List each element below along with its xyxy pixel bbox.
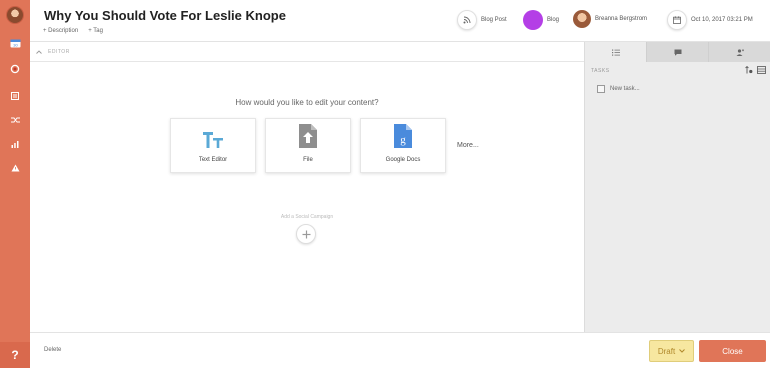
record-icon[interactable] (0, 62, 30, 76)
editor-section-label: EDITOR (48, 48, 70, 55)
tab-tasks[interactable] (585, 42, 646, 62)
blog-channel-icon (523, 10, 543, 30)
google-docs-icon: g (393, 123, 413, 151)
comment-icon (674, 49, 681, 56)
editor-section-bar[interactable]: EDITOR (30, 42, 584, 62)
task-board-icon[interactable] (757, 66, 766, 74)
calendar-icon (667, 10, 687, 30)
text-editor-icon (202, 131, 224, 151)
chevron-down-icon (679, 349, 686, 353)
channel-label: Blog (547, 17, 560, 23)
file-upload-icon (298, 123, 318, 151)
delete-link[interactable]: Delete (44, 347, 61, 353)
new-task-checkbox[interactable] (597, 85, 605, 93)
add-description-link[interactable]: + Description (43, 28, 78, 34)
person-icon (736, 48, 744, 56)
footer: Delete Draft Close (30, 332, 770, 368)
help-button[interactable]: ? (0, 342, 30, 368)
date-chip[interactable]: Oct 10, 2017 03:21 PM (667, 10, 753, 30)
status-label: Draft (657, 346, 676, 356)
panel-tabs (585, 42, 770, 62)
file-label: File (303, 157, 313, 163)
google-docs-label: Google Docs (385, 157, 421, 163)
text-editor-option[interactable]: Text Editor (170, 118, 256, 173)
right-panel: TASKS New task... (584, 42, 770, 332)
owner-avatar (573, 10, 591, 28)
page-title: Why You Should Vote For Leslie Knope (44, 8, 286, 23)
google-docs-option[interactable]: g Google Docs (360, 118, 446, 173)
file-option[interactable]: File (265, 118, 351, 173)
add-social-campaign-button[interactable] (296, 224, 316, 244)
header: Why You Should Vote For Leslie Knope + D… (30, 0, 770, 42)
sort-tasks-icon[interactable] (745, 66, 753, 74)
tab-comments[interactable] (646, 42, 708, 62)
date-label: Oct 10, 2017 03:21 PM (691, 17, 753, 23)
shuffle-icon[interactable] (0, 113, 30, 127)
svg-text:g: g (400, 134, 406, 146)
plus-icon (302, 230, 310, 238)
svg-text:30: 30 (13, 43, 18, 48)
calendar-icon[interactable]: 30 (0, 36, 30, 50)
new-task-row[interactable]: New task... (597, 85, 640, 93)
social-campaign-label: Add a Social Campaign (280, 214, 334, 220)
owner-label: Breanna Bergstrom (595, 16, 648, 22)
rss-icon (457, 10, 477, 30)
more-options-link[interactable]: More... (457, 142, 479, 149)
chevron-up-icon (36, 49, 42, 54)
close-button[interactable]: Close (699, 340, 766, 362)
editor-area: EDITOR How would you like to edit your c… (30, 42, 584, 332)
new-task-input[interactable]: New task... (610, 86, 640, 92)
owner-chip[interactable]: Breanna Bergstrom (573, 10, 647, 28)
status-dropdown[interactable]: Draft (649, 340, 694, 362)
bar-chart-icon[interactable] (0, 137, 30, 151)
content-type-label: Blog Post (481, 17, 507, 23)
user-avatar[interactable] (6, 6, 24, 24)
warning-icon[interactable] (0, 161, 30, 175)
tasks-label: TASKS (591, 68, 610, 74)
list-icon[interactable] (0, 89, 30, 103)
content-type-chip[interactable]: Blog Post (457, 10, 507, 30)
left-rail: 30 ? (0, 0, 30, 368)
tab-people[interactable] (708, 42, 770, 62)
edit-question: How would you like to edit your content? (235, 98, 379, 107)
task-list-icon (611, 49, 620, 56)
text-editor-label: Text Editor (198, 157, 228, 163)
channel-chip[interactable]: Blog (523, 10, 559, 30)
add-tag-link[interactable]: + Tag (88, 28, 103, 34)
